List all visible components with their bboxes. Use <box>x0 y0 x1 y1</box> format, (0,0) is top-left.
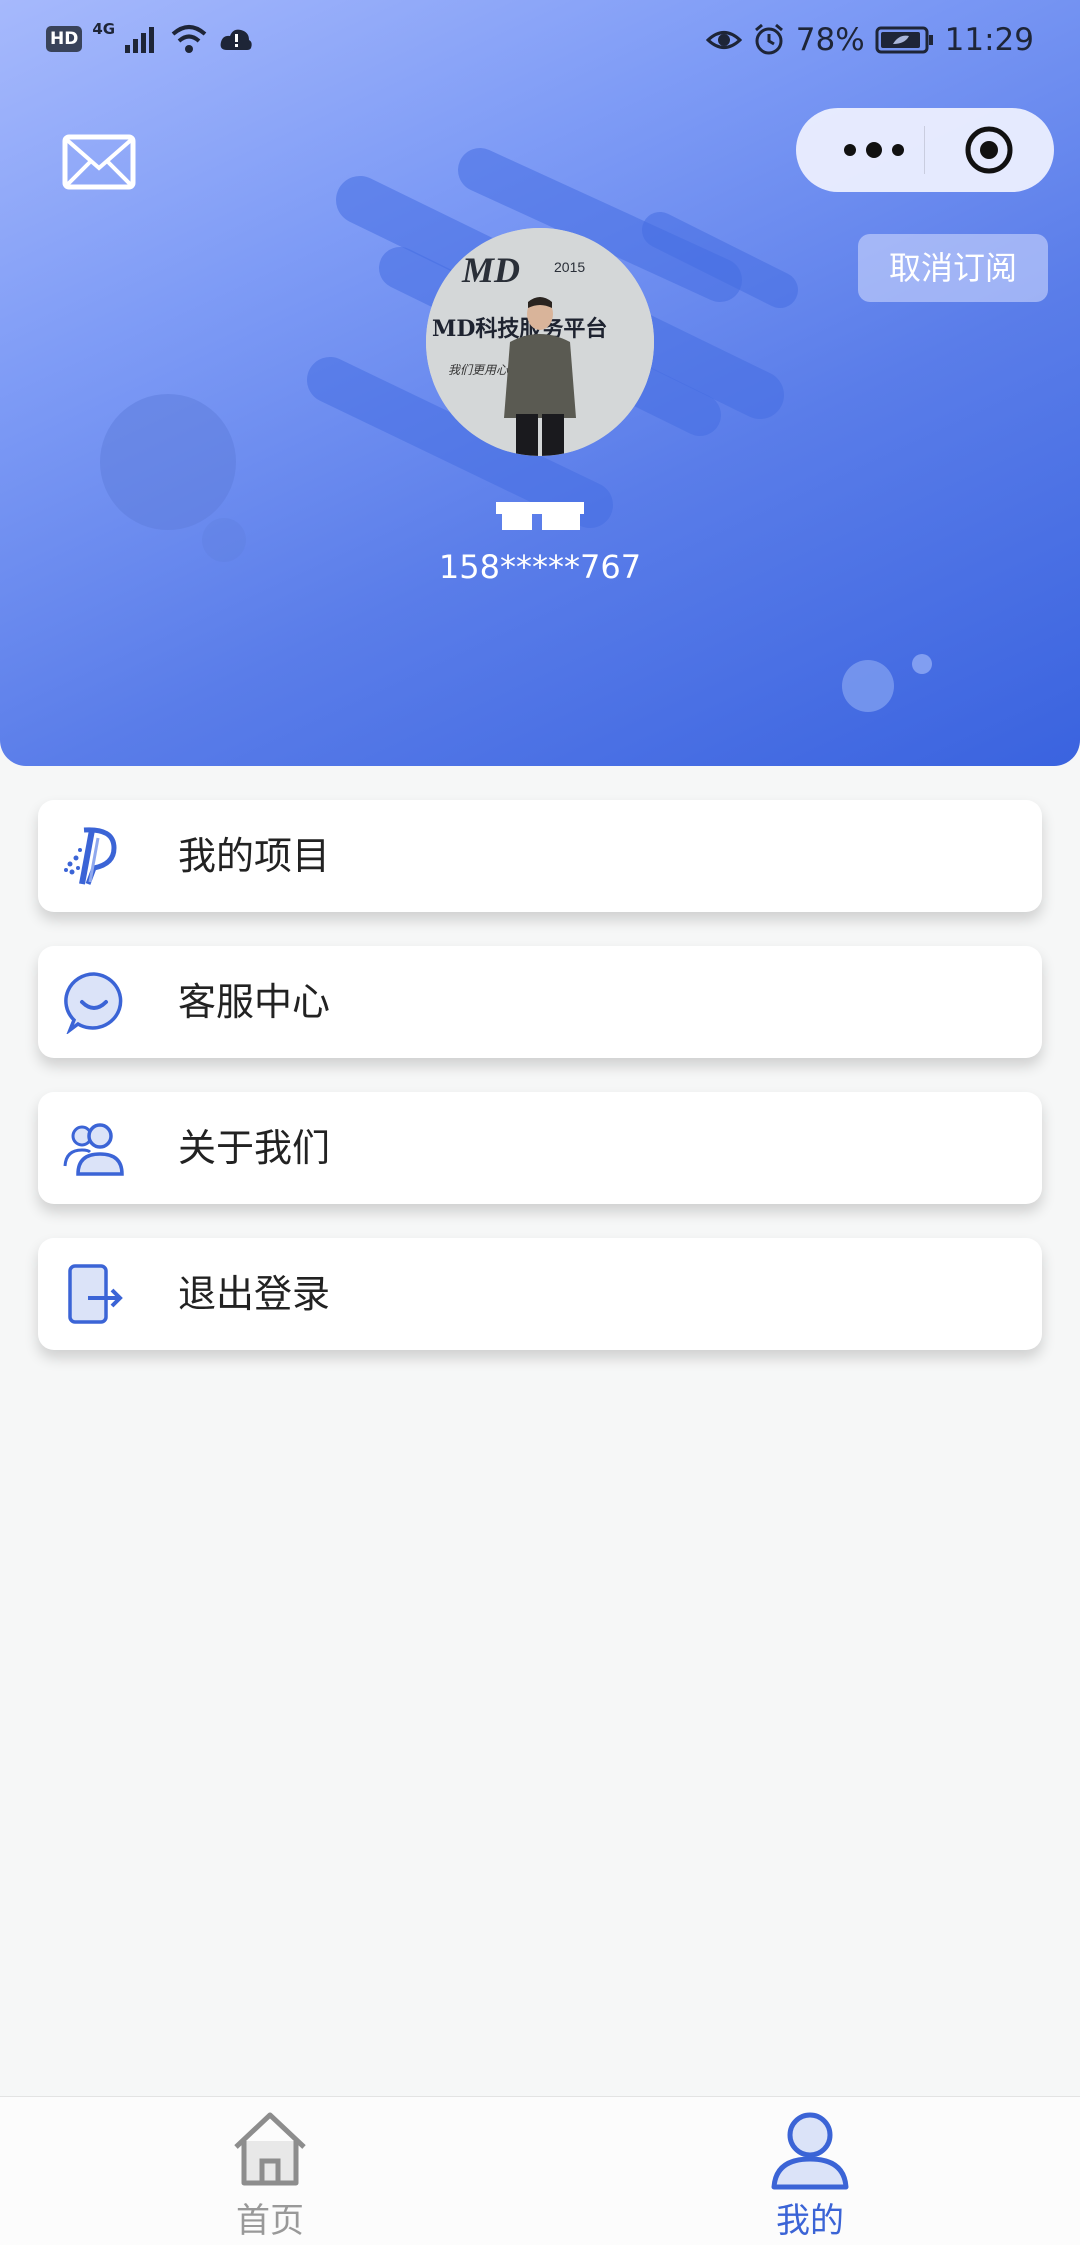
menu-item-label: 我的项目 <box>178 834 331 878</box>
avatar-logo-year: 2015 <box>554 259 585 275</box>
close-target-icon[interactable] <box>964 125 1014 175</box>
username-redacted <box>496 502 584 530</box>
unsubscribe-button[interactable]: 取消订阅 <box>858 234 1048 302</box>
avatar-photo: MD 2015 MD科技服务平台 我们更用心 <box>426 228 654 456</box>
capsule-divider <box>924 126 925 174</box>
menu-item-logout[interactable]: 退出登录 <box>38 1238 1042 1350</box>
tab-home[interactable]: 首页 <box>170 2097 370 2245</box>
mail-icon[interactable] <box>62 134 136 190</box>
more-icon[interactable] <box>826 108 936 192</box>
alarm-icon <box>754 23 783 55</box>
status-bar: HD 4G 78% 11:29 <box>0 0 1080 86</box>
avatar-logo-text: MD <box>461 250 520 290</box>
battery-percent: 78% <box>795 22 865 58</box>
avatar-slogan: 我们更用心 <box>448 363 509 377</box>
clock: 11:29 <box>944 22 1034 58</box>
wifi-icon <box>171 25 207 53</box>
menu-item-my-projects[interactable]: 我的项目 <box>38 800 1042 912</box>
mini-program-capsule <box>796 108 1054 192</box>
username <box>440 490 640 540</box>
menu-item-label: 客服中心 <box>178 980 331 1024</box>
avatar[interactable]: MD 2015 MD科技服务平台 我们更用心 <box>426 228 654 456</box>
cloud-icon <box>220 29 252 50</box>
menu-item-label: 退出登录 <box>178 1272 331 1316</box>
hd-badge: HD <box>46 26 83 52</box>
smile-chat-icon <box>64 972 123 1034</box>
network-type: 4G <box>92 20 116 38</box>
home-icon <box>234 2112 306 2186</box>
project-logo-icon <box>64 827 117 885</box>
phone-number: 158*****767 <box>438 548 642 586</box>
menu-item-label: 关于我们 <box>178 1126 331 1170</box>
users-icon <box>63 1123 124 1176</box>
profile-header: HD 4G 78% 11:29 取消订阅 MD 2015 MD科技服务平台 我们… <box>0 0 1080 766</box>
user-icon <box>771 2112 849 2190</box>
eye-icon <box>705 31 742 49</box>
logout-icon <box>68 1264 123 1324</box>
tab-bar: 首页 我的 <box>0 2096 1080 2245</box>
menu-item-about-us[interactable]: 关于我们 <box>38 1092 1042 1204</box>
signal-icon <box>125 27 155 53</box>
tab-mine[interactable]: 我的 <box>710 2097 910 2245</box>
tab-label: 我的 <box>776 2201 844 2241</box>
tab-label: 首页 <box>236 2201 304 2241</box>
menu-item-customer-service[interactable]: 客服中心 <box>38 946 1042 1058</box>
battery-icon <box>875 26 933 54</box>
